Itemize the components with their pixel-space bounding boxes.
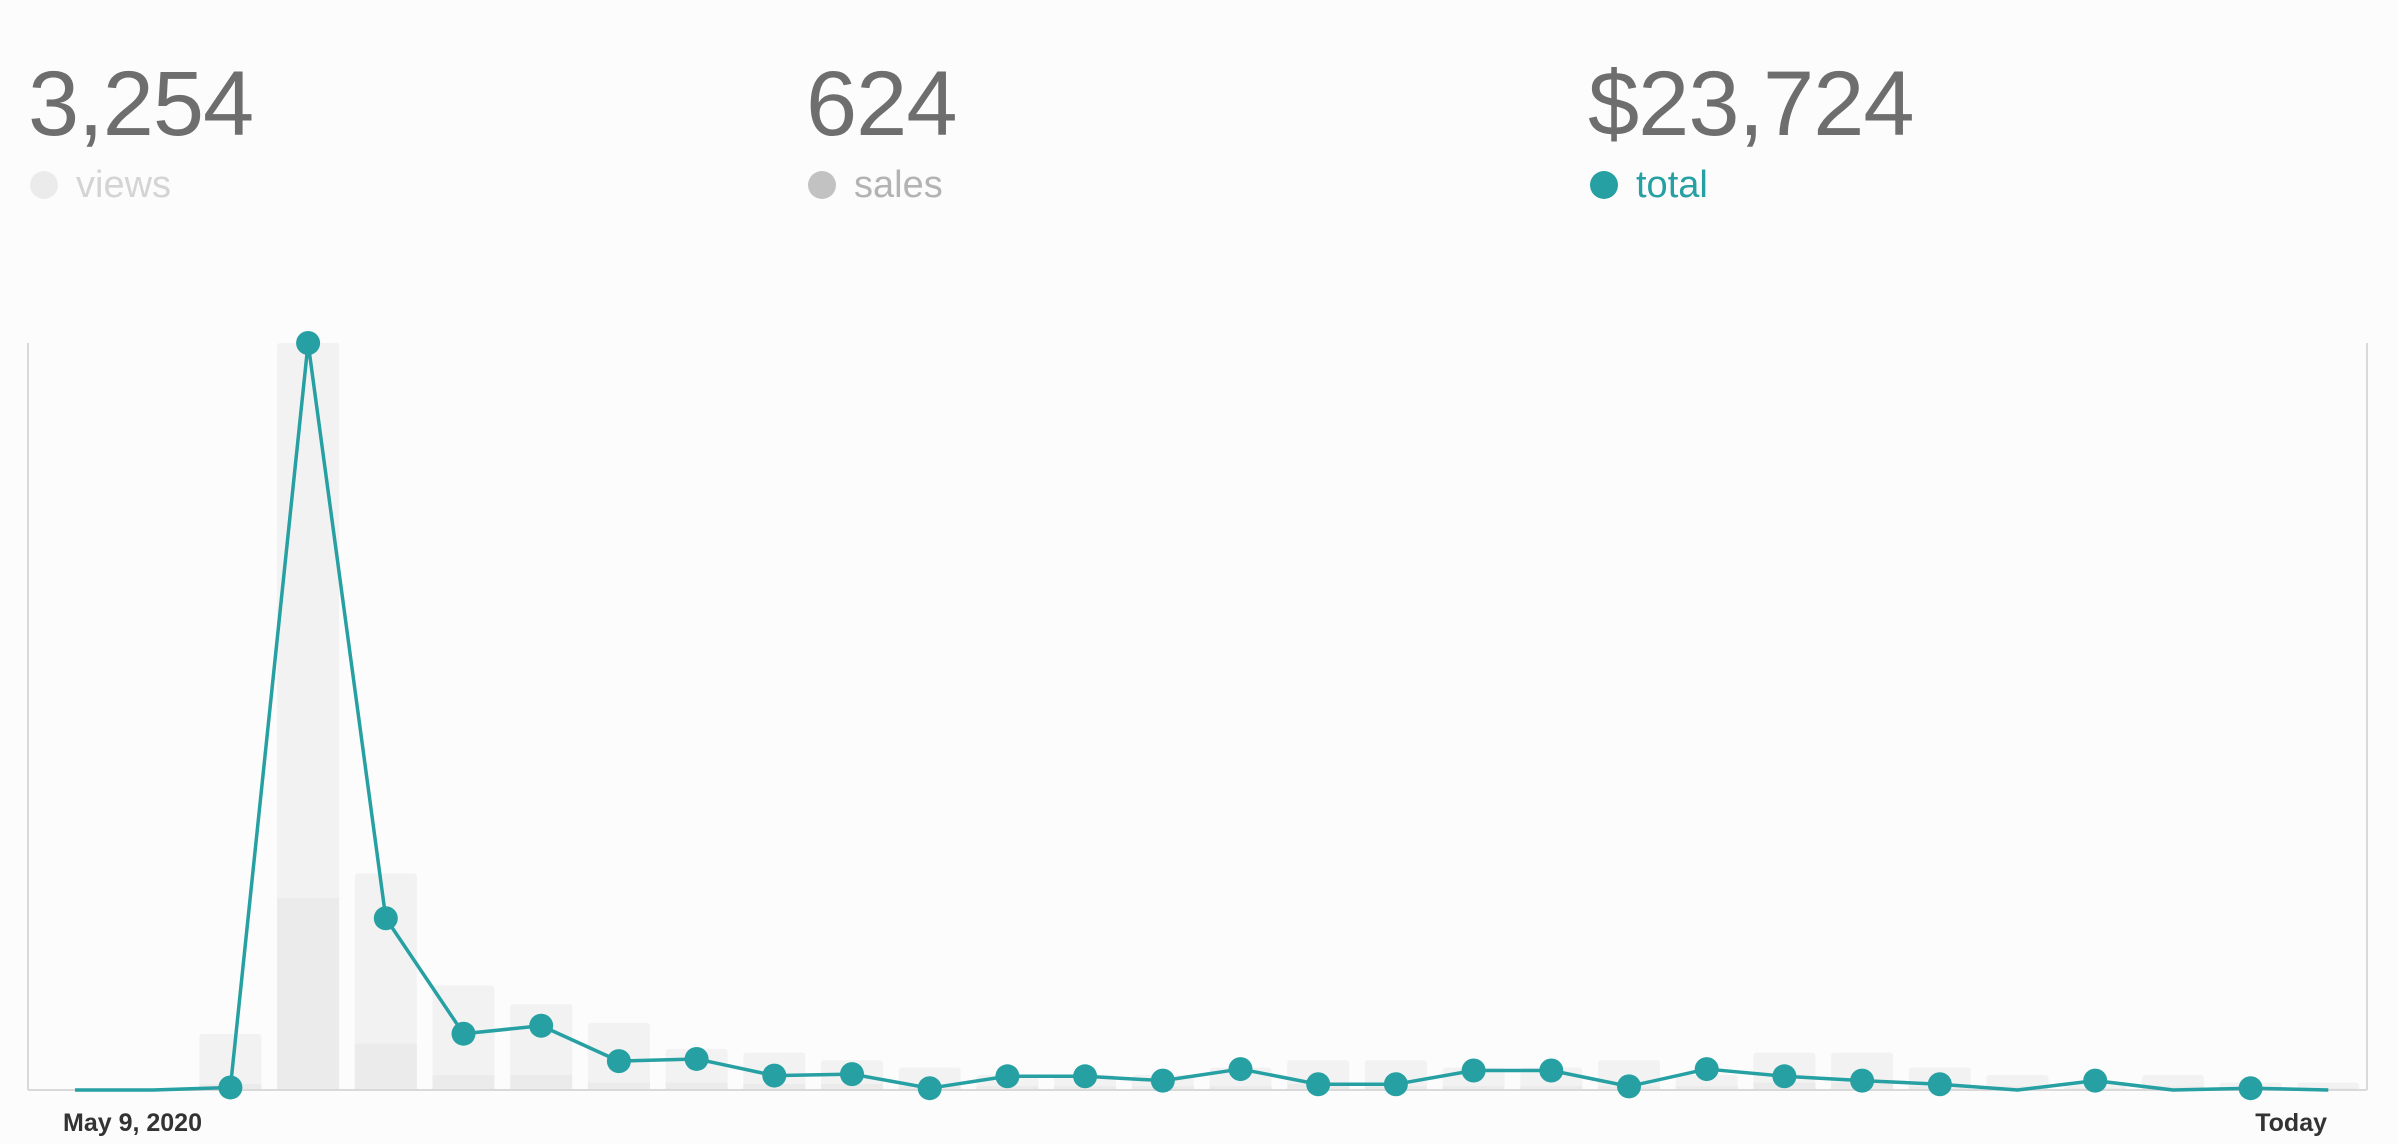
x-axis-end-label: Today: [2255, 1109, 2327, 1137]
total-point[interactable]: [1228, 1057, 1253, 1082]
total-point[interactable]: [529, 1013, 554, 1038]
total-point[interactable]: [1772, 1064, 1797, 1089]
total-point[interactable]: [1461, 1058, 1486, 1083]
total-point[interactable]: [1539, 1058, 1564, 1083]
total-point[interactable]: [2238, 1076, 2263, 1101]
total-point[interactable]: [296, 331, 321, 355]
total-point[interactable]: [1073, 1064, 1098, 1089]
total-point[interactable]: [1850, 1068, 1875, 1093]
total-point[interactable]: [917, 1076, 942, 1101]
total-point[interactable]: [840, 1062, 864, 1087]
sales-bar: [510, 1075, 573, 1090]
total-point[interactable]: [218, 1075, 243, 1100]
total-point[interactable]: [1150, 1068, 1175, 1093]
total-point[interactable]: [1617, 1074, 1641, 1099]
sales-bar: [277, 898, 340, 1090]
x-axis-start-label: May 9, 2020: [63, 1109, 202, 1137]
total-point[interactable]: [995, 1064, 1020, 1089]
total-point[interactable]: [1383, 1072, 1408, 1097]
total-point[interactable]: [684, 1046, 709, 1071]
total-point[interactable]: [606, 1049, 631, 1074]
total-point[interactable]: [1927, 1072, 1952, 1097]
sales-chart: May 9, 2020 Today: [27, 331, 2368, 1137]
total-point[interactable]: [762, 1063, 787, 1088]
total-point[interactable]: [373, 906, 398, 931]
total-point[interactable]: [1306, 1072, 1331, 1097]
sales-bar: [354, 1043, 417, 1090]
sales-bar: [432, 1075, 495, 1090]
views-bars: [199, 343, 2360, 1090]
sales-bar: [587, 1082, 650, 1090]
total-point[interactable]: [1694, 1057, 1719, 1082]
total-point[interactable]: [451, 1021, 476, 1046]
sales-bar: [665, 1082, 728, 1090]
total-point[interactable]: [2083, 1068, 2108, 1093]
